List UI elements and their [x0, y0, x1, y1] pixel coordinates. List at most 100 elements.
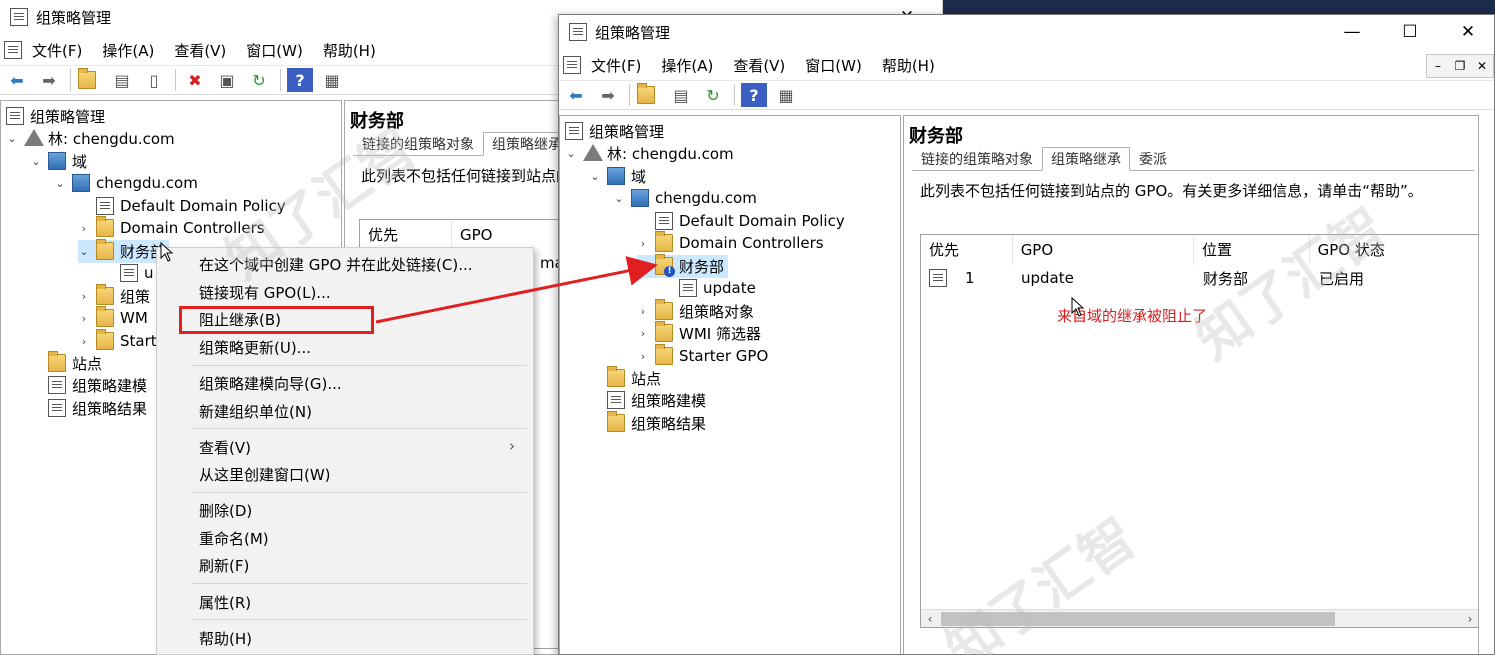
- collapse-chevron-icon[interactable]: ⌄: [30, 155, 42, 168]
- tree-root[interactable]: 组策略管理: [6, 105, 105, 128]
- tab-delegation[interactable]: 委派: [1130, 147, 1176, 171]
- menu-properties[interactable]: 属性(R): [199, 592, 251, 614]
- collapse-chevron-icon[interactable]: ⌄: [54, 177, 66, 190]
- tree-sites[interactable]: 站点: [607, 366, 661, 390]
- mdi-minimize-button[interactable]: –: [1427, 55, 1449, 77]
- forward-arrow-icon[interactable]: ➡: [36, 68, 62, 92]
- menu-modeling-wizard[interactable]: 组策略建模向导(G)...: [199, 373, 342, 395]
- tree-ou-child[interactable]: u: [120, 262, 154, 285]
- menu-view-submenu[interactable]: 查看(V): [199, 437, 251, 459]
- menu-help-item[interactable]: 帮助(H): [199, 628, 252, 650]
- back-arrow-icon[interactable]: ⬅: [4, 68, 30, 92]
- menu-rename[interactable]: 重命名(M): [199, 528, 269, 550]
- console-icon[interactable]: ▦: [773, 83, 799, 107]
- scroll-left-icon[interactable]: ‹: [921, 610, 939, 627]
- refresh-icon[interactable]: ↻: [700, 83, 726, 107]
- menu-action[interactable]: 操作(A): [102, 40, 154, 61]
- scroll-thumb[interactable]: [941, 612, 1335, 626]
- menu-link-existing-gpo[interactable]: 链接现有 GPO(L)...: [199, 282, 331, 304]
- tree-domain[interactable]: ⌄ chengdu.com: [613, 187, 757, 210]
- expand-chevron-icon[interactable]: ›: [637, 327, 649, 340]
- tree-default-policy[interactable]: Default Domain Policy: [96, 195, 286, 218]
- tab-linked-gpos[interactable]: 链接的组策略对象: [912, 147, 1042, 171]
- collapse-chevron-icon[interactable]: ⌄: [565, 147, 577, 160]
- menu-window[interactable]: 窗口(W): [246, 40, 303, 61]
- expand-chevron-icon[interactable]: ›: [78, 335, 90, 348]
- tree-root[interactable]: 组策略管理: [565, 120, 664, 143]
- menu-new-ou[interactable]: 新建组织单位(N): [199, 401, 312, 423]
- menu-gp-update[interactable]: 组策略更新(U)...: [199, 337, 311, 359]
- mdi-close-button[interactable]: ✕: [1471, 55, 1493, 77]
- menu-file[interactable]: 文件(F): [32, 40, 82, 61]
- back-arrow-icon[interactable]: ⬅: [563, 83, 589, 107]
- refresh-icon[interactable]: ↻: [246, 68, 272, 92]
- expand-chevron-icon[interactable]: ›: [78, 222, 90, 235]
- properties-icon[interactable]: ▣: [214, 68, 240, 92]
- tree-results[interactable]: 组策略结果: [48, 397, 147, 420]
- tree-modeling[interactable]: 组策略建模: [607, 389, 706, 412]
- menu-view[interactable]: 查看(V): [174, 40, 226, 61]
- tree-forest[interactable]: ⌄ 林: chengdu.com: [6, 127, 175, 150]
- col-gpo[interactable]: GPO: [1013, 235, 1195, 265]
- tree-domains[interactable]: ⌄ 域: [589, 165, 646, 188]
- horizontal-scrollbar[interactable]: ‹ ›: [921, 609, 1478, 627]
- menu-new-window[interactable]: 从这里创建窗口(W): [199, 464, 331, 486]
- tree-domain[interactable]: ⌄ chengdu.com: [54, 172, 198, 195]
- menu-delete[interactable]: 删除(D): [199, 500, 252, 522]
- delete-icon[interactable]: ✖: [182, 68, 208, 92]
- help-icon[interactable]: ?: [741, 83, 767, 107]
- mdi-restore-button[interactable]: ❐: [1449, 55, 1471, 77]
- tab-inheritance[interactable]: 组策略继承: [1042, 147, 1130, 171]
- col-gpo-status[interactable]: GPO 状态: [1310, 235, 1478, 265]
- expand-chevron-icon[interactable]: ›: [637, 350, 649, 363]
- col-location[interactable]: 位置: [1194, 235, 1310, 265]
- minimize-button[interactable]: —: [1323, 15, 1381, 49]
- show-hide-tree-icon[interactable]: ▤: [109, 68, 135, 92]
- table-row[interactable]: 1 update 财务部 已启用: [921, 265, 1478, 291]
- scroll-right-icon[interactable]: ›: [1461, 610, 1478, 627]
- menu-create-gpo-link[interactable]: 在这个域中创建 GPO 并在此处链接(C)...: [199, 254, 473, 276]
- tree-forest[interactable]: ⌄ 林: chengdu.com: [565, 142, 734, 165]
- col-priority[interactable]: 优先: [921, 235, 1013, 265]
- tree-gpo-objects[interactable]: › 组策: [78, 284, 150, 308]
- tree-wmi[interactable]: › WMI 筛选器: [637, 321, 761, 345]
- tree-default-policy[interactable]: Default Domain Policy: [655, 210, 845, 233]
- tree-starter[interactable]: › Starter GPO: [637, 344, 768, 368]
- up-folder-icon[interactable]: [77, 68, 103, 92]
- tree-sites[interactable]: 站点: [48, 351, 102, 375]
- tree-domain-controllers[interactable]: › Domain Controllers: [78, 216, 265, 240]
- close-button[interactable]: ✕: [1439, 15, 1494, 49]
- menu-refresh[interactable]: 刷新(F): [199, 555, 249, 577]
- expand-chevron-icon[interactable]: ›: [637, 237, 649, 250]
- help-icon[interactable]: ?: [287, 68, 313, 92]
- tab-linked-gpos[interactable]: 链接的组策略对象: [353, 132, 483, 156]
- forward-arrow-icon[interactable]: ➡: [595, 83, 621, 107]
- collapse-chevron-icon[interactable]: ⌄: [589, 170, 601, 183]
- tree-results[interactable]: 组策略结果: [607, 411, 706, 435]
- collapse-chevron-icon[interactable]: ⌄: [78, 245, 90, 258]
- copy-icon[interactable]: ▯: [141, 68, 167, 92]
- tree-domain-controllers[interactable]: › Domain Controllers: [637, 231, 824, 255]
- tree-wmi[interactable]: › WM: [78, 306, 148, 330]
- maximize-button[interactable]: ☐: [1381, 15, 1439, 49]
- menu-window[interactable]: 窗口(W): [805, 55, 862, 76]
- up-folder-icon[interactable]: [636, 83, 662, 107]
- menu-view[interactable]: 查看(V): [733, 55, 785, 76]
- tree-ou-finance-selected[interactable]: ⌄! 财务部: [637, 254, 729, 278]
- tree-ou-child[interactable]: update: [679, 277, 756, 300]
- show-hide-tree-icon[interactable]: ▤: [668, 83, 694, 107]
- expand-chevron-icon[interactable]: ›: [637, 305, 649, 318]
- tree-gpo-objects[interactable]: › 组策略对象: [637, 299, 754, 323]
- menu-help[interactable]: 帮助(H): [882, 55, 935, 76]
- menu-action[interactable]: 操作(A): [661, 55, 713, 76]
- expand-chevron-icon[interactable]: ›: [78, 312, 90, 325]
- collapse-chevron-icon[interactable]: ⌄: [613, 192, 625, 205]
- tree-starter[interactable]: › Start: [78, 329, 157, 353]
- menu-help[interactable]: 帮助(H): [323, 40, 376, 61]
- collapse-chevron-icon[interactable]: ⌄: [6, 132, 18, 145]
- collapse-chevron-icon[interactable]: ⌄: [637, 260, 649, 273]
- tree-modeling[interactable]: 组策略建模: [48, 374, 147, 397]
- tree-domains[interactable]: ⌄ 域: [30, 150, 87, 173]
- menu-file[interactable]: 文件(F): [591, 55, 641, 76]
- expand-chevron-icon[interactable]: ›: [78, 290, 90, 303]
